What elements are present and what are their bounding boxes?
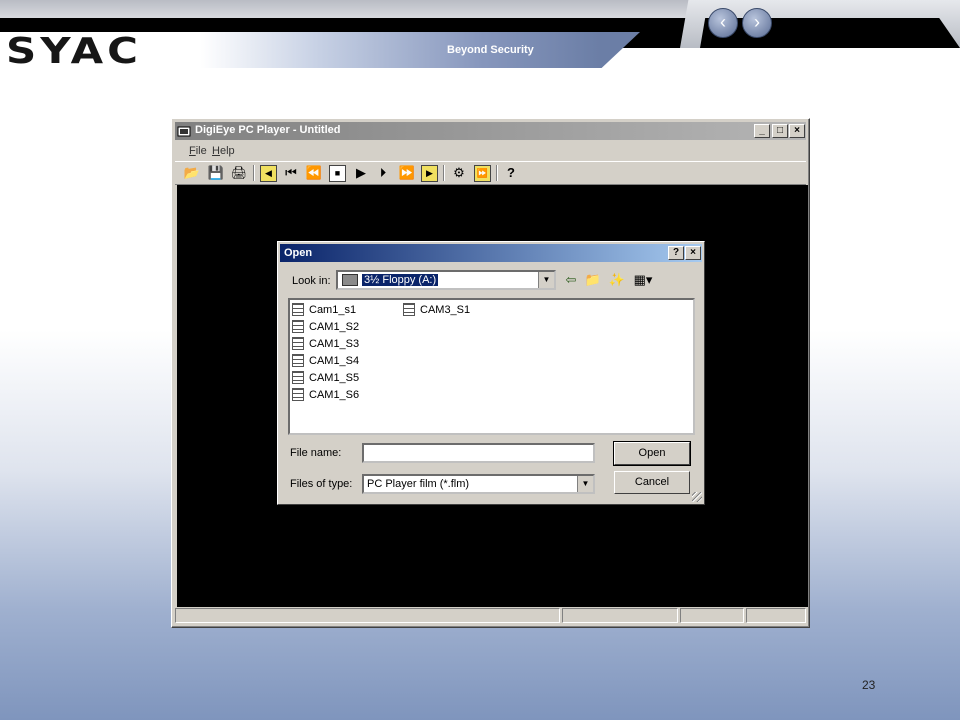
fast-forward-icon[interactable]: ⏩ <box>398 164 416 182</box>
step-forward-icon[interactable]: ⏵ <box>374 164 392 182</box>
previous-slide-button[interactable]: ‹ <box>708 8 738 38</box>
rewind-icon[interactable]: ⏪ <box>305 164 323 182</box>
nav-plate-shadow <box>700 18 960 48</box>
player-titlebar: DigiEye PC Player - Untitled _ □ × <box>175 122 806 140</box>
files-of-type-dropdown[interactable]: PC Player film (*.flm) ▼ <box>362 474 595 494</box>
view-menu-icon[interactable]: ▦▾ <box>631 271 655 289</box>
status-pane <box>746 608 806 623</box>
open-folder-icon[interactable]: 📂 <box>183 164 201 182</box>
player-toolbar: 📂 💾 🖨 ◀ ⏮ ⏪ ■ ▶ ⏵ ⏩ ▶ ⚙ ⏩ ? <box>175 161 806 185</box>
status-pane <box>562 608 678 623</box>
player-title: DigiEye PC Player - Untitled <box>195 124 341 136</box>
menu-help[interactable]: Help <box>212 145 235 157</box>
skip-to-start-icon[interactable]: ⏮ <box>282 164 300 182</box>
list-item[interactable]: CAM1_S4 <box>292 353 382 369</box>
file-list: Cam1_s1 CAM1_S2 CAM1_S3 CAM1_S4 CAM1_S5 … <box>288 298 695 435</box>
tagline: Beyond Security <box>447 44 534 56</box>
status-pane <box>175 608 560 623</box>
sync-play-icon[interactable]: ⏩ <box>474 165 491 182</box>
camera-settings-icon[interactable]: ⚙ <box>450 164 468 182</box>
look-in-value: 3½ Floppy (A:) <box>362 274 439 286</box>
toolbar-separator <box>253 165 255 181</box>
next-file-icon[interactable]: ▶ <box>421 165 438 182</box>
chevron-down-icon[interactable]: ▼ <box>538 272 554 288</box>
print-icon[interactable]: 🖨 <box>230 164 248 182</box>
status-pane <box>680 608 744 623</box>
toolbar-separator <box>496 165 498 181</box>
cancel-button[interactable]: Cancel <box>614 471 690 494</box>
app-icon <box>177 126 191 137</box>
film-file-icon <box>292 303 304 316</box>
look-in-label: Look in: <box>292 275 331 287</box>
list-item[interactable]: CAM3_S1 <box>403 302 493 318</box>
dialog-help-button[interactable]: ? <box>668 246 684 260</box>
film-file-icon <box>292 354 304 367</box>
page-number: 23 <box>862 678 876 692</box>
film-file-icon <box>292 371 304 384</box>
list-item[interactable]: CAM1_S5 <box>292 370 382 386</box>
previous-file-icon[interactable]: ◀ <box>260 165 277 182</box>
film-file-icon <box>292 337 304 350</box>
dialog-close-button[interactable]: × <box>685 246 701 260</box>
open-dialog: Open ? × Look in: 3½ Floppy (A:) ▼ ⇦ 📁 ✨… <box>277 241 705 505</box>
list-item[interactable]: CAM1_S2 <box>292 319 382 335</box>
files-of-type-value: PC Player film (*.flm) <box>367 478 470 490</box>
list-item[interactable]: Cam1_s1 <box>292 302 382 318</box>
look-in-dropdown[interactable]: 3½ Floppy (A:) ▼ <box>336 270 556 290</box>
floppy-drive-icon <box>342 274 358 286</box>
chevron-down-icon[interactable]: ▼ <box>577 476 593 492</box>
status-bar <box>175 608 806 624</box>
close-button[interactable]: × <box>789 124 805 138</box>
film-file-icon <box>292 320 304 333</box>
stop-icon[interactable]: ■ <box>329 165 346 182</box>
files-of-type-label: Files of type: <box>290 478 353 490</box>
minimize-button[interactable]: _ <box>754 124 770 138</box>
dialog-titlebar: Open ? × <box>280 244 702 262</box>
list-item[interactable]: CAM1_S3 <box>292 336 382 352</box>
back-arrow-icon[interactable]: ⇦ <box>562 271 580 289</box>
help-icon[interactable]: ? <box>502 164 520 182</box>
play-icon[interactable]: ▶ <box>352 164 370 182</box>
list-item[interactable]: CAM1_S6 <box>292 387 382 403</box>
open-button[interactable]: Open <box>613 441 691 466</box>
menu-file[interactable]: File <box>189 145 207 157</box>
save-icon[interactable]: 💾 <box>207 164 225 182</box>
maximize-button[interactable]: □ <box>772 124 788 138</box>
film-file-icon <box>292 388 304 401</box>
file-name-input[interactable] <box>362 443 595 463</box>
next-slide-button[interactable]: › <box>742 8 772 38</box>
toolbar-separator <box>443 165 445 181</box>
file-name-label: File name: <box>290 447 342 459</box>
dialog-title: Open <box>284 247 313 259</box>
resize-grip[interactable] <box>692 492 702 502</box>
up-folder-icon[interactable]: 📁 <box>584 271 602 289</box>
syac-logo: SYAC <box>6 30 142 72</box>
film-file-icon <box>403 303 415 316</box>
menubar: File Help <box>175 142 806 160</box>
new-folder-icon[interactable]: ✨ <box>608 271 626 289</box>
